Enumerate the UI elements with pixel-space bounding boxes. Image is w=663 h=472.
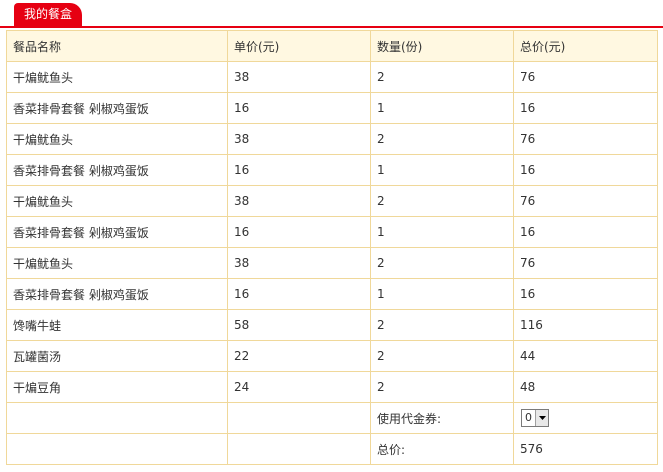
meal-box-table: 餐品名称 单价(元) 数量(份) 总价(元) 干煸鱿鱼头 38 2 76 香菜排… <box>6 30 658 465</box>
quantity: 2 <box>370 340 514 372</box>
quantity: 1 <box>370 278 514 310</box>
dish-name: 香菜排骨套餐 剁椒鸡蛋饭 <box>6 278 228 310</box>
dish-name: 干煸鱿鱼头 <box>6 185 228 217</box>
quantity: 2 <box>370 185 514 217</box>
unit-price: 16 <box>227 216 371 248</box>
quantity: 1 <box>370 154 514 186</box>
unit-price: 24 <box>227 371 371 403</box>
voucher-select[interactable]: 0 <box>521 409 549 427</box>
header-total-price: 总价(元) <box>513 30 658 62</box>
row-total: 16 <box>513 92 658 124</box>
voucher-row: 使用代金券: 0 <box>6 402 658 434</box>
quantity: 1 <box>370 92 514 124</box>
table-row: 香菜排骨套餐 剁椒鸡蛋饭 16 1 16 <box>6 154 658 186</box>
empty-cell <box>6 433 228 465</box>
header-quantity: 数量(份) <box>370 30 514 62</box>
voucher-label: 使用代金券: <box>370 402 514 434</box>
row-total: 76 <box>513 247 658 279</box>
tab-bar: 我的餐盒 <box>0 0 663 28</box>
header-unit-price: 单价(元) <box>227 30 371 62</box>
dish-name: 瓦罐菌汤 <box>6 340 228 372</box>
header-dish-name: 餐品名称 <box>6 30 228 62</box>
dish-name: 香菜排骨套餐 剁椒鸡蛋饭 <box>6 92 228 124</box>
row-total: 48 <box>513 371 658 403</box>
row-total: 44 <box>513 340 658 372</box>
row-total: 16 <box>513 154 658 186</box>
table-row: 干煸鱿鱼头 38 2 76 <box>6 185 658 217</box>
dish-name: 干煸鱿鱼头 <box>6 247 228 279</box>
unit-price: 58 <box>227 309 371 341</box>
dish-name: 干煸豆角 <box>6 371 228 403</box>
quantity: 1 <box>370 216 514 248</box>
chevron-down-icon[interactable] <box>535 410 548 426</box>
empty-cell <box>6 402 228 434</box>
unit-price: 38 <box>227 61 371 93</box>
unit-price: 16 <box>227 278 371 310</box>
voucher-select-value: 0 <box>525 411 532 424</box>
dish-name: 香菜排骨套餐 剁椒鸡蛋饭 <box>6 216 228 248</box>
quantity: 2 <box>370 61 514 93</box>
dish-name: 馋嘴牛蛙 <box>6 309 228 341</box>
table-row: 香菜排骨套餐 剁椒鸡蛋饭 16 1 16 <box>6 278 658 310</box>
row-total: 76 <box>513 61 658 93</box>
quantity: 2 <box>370 309 514 341</box>
table-row: 香菜排骨套餐 剁椒鸡蛋饭 16 1 16 <box>6 92 658 124</box>
table-row: 瓦罐菌汤 22 2 44 <box>6 340 658 372</box>
row-total: 16 <box>513 216 658 248</box>
grand-total-label: 总价: <box>370 433 514 465</box>
empty-cell <box>227 402 371 434</box>
quantity: 2 <box>370 371 514 403</box>
row-total: 76 <box>513 185 658 217</box>
unit-price: 16 <box>227 92 371 124</box>
table-row: 香菜排骨套餐 剁椒鸡蛋饭 16 1 16 <box>6 216 658 248</box>
quantity: 2 <box>370 247 514 279</box>
empty-cell <box>227 433 371 465</box>
table-row: 干煸鱿鱼头 38 2 76 <box>6 247 658 279</box>
row-total: 16 <box>513 278 658 310</box>
table-row: 干煸豆角 24 2 48 <box>6 371 658 403</box>
unit-price: 16 <box>227 154 371 186</box>
table-row: 干煸鱿鱼头 38 2 76 <box>6 61 658 93</box>
unit-price: 22 <box>227 340 371 372</box>
unit-price: 38 <box>227 185 371 217</box>
tab-my-meal-box[interactable]: 我的餐盒 <box>14 3 83 27</box>
table-row: 干煸鱿鱼头 38 2 76 <box>6 123 658 155</box>
total-row: 总价: 576 <box>6 433 658 465</box>
dish-name: 干煸鱿鱼头 <box>6 123 228 155</box>
quantity: 2 <box>370 123 514 155</box>
voucher-cell: 0 <box>513 402 658 434</box>
table-header-row: 餐品名称 单价(元) 数量(份) 总价(元) <box>6 30 658 62</box>
dish-name: 香菜排骨套餐 剁椒鸡蛋饭 <box>6 154 228 186</box>
unit-price: 38 <box>227 123 371 155</box>
table-row: 馋嘴牛蛙 58 2 116 <box>6 309 658 341</box>
grand-total-value: 576 <box>513 433 658 465</box>
row-total: 116 <box>513 309 658 341</box>
unit-price: 38 <box>227 247 371 279</box>
row-total: 76 <box>513 123 658 155</box>
dish-name: 干煸鱿鱼头 <box>6 61 228 93</box>
